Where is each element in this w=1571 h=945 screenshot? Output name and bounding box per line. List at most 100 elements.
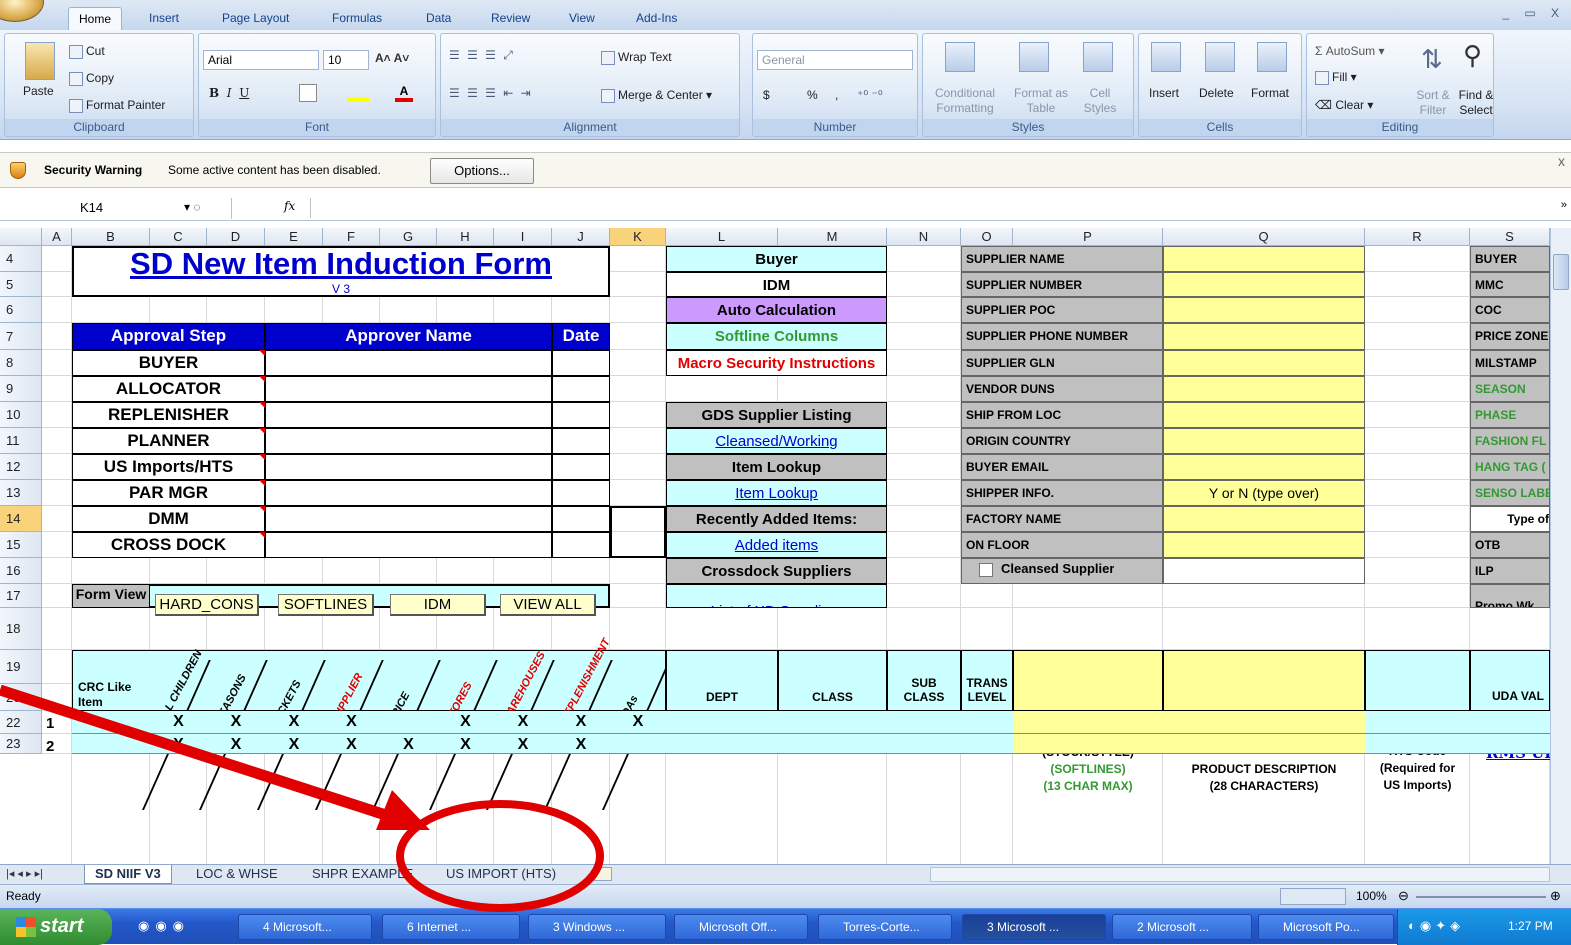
worksheet-grid[interactable]: ABCDEFGHIJKLMNOPQRS 4 5 6 7 8 9 10 11 12 13 14 15 16… bbox=[0, 228, 1560, 864]
task-torres-corte[interactable]: Torres-Corte... bbox=[818, 914, 952, 940]
column-header-j[interactable]: J bbox=[552, 228, 610, 246]
supplier-field-input[interactable] bbox=[1163, 454, 1365, 480]
close-icon[interactable]: x bbox=[1558, 153, 1565, 169]
approval-date-cell[interactable] bbox=[552, 506, 610, 532]
approver-name-cell[interactable] bbox=[265, 428, 552, 454]
hyperlink-list-of-xd-suppliers[interactable]: List of XD Suppliers bbox=[666, 584, 887, 608]
supplier-field-input[interactable] bbox=[1163, 272, 1365, 297]
zoom-in-icon[interactable]: ⊕ bbox=[1550, 888, 1561, 904]
copy-button[interactable]: Copy bbox=[69, 71, 114, 86]
x-mark[interactable]: X bbox=[494, 736, 552, 754]
tab-view[interactable]: View bbox=[559, 7, 605, 30]
delete-cells-icon[interactable] bbox=[1205, 42, 1235, 72]
borders-icon[interactable] bbox=[299, 84, 317, 102]
row-header-10[interactable]: 10 bbox=[0, 402, 42, 428]
approval-date-cell[interactable] bbox=[552, 480, 610, 506]
approval-date-cell[interactable] bbox=[552, 454, 610, 480]
approver-name-cell[interactable] bbox=[265, 480, 552, 506]
approval-date-cell[interactable] bbox=[552, 532, 610, 558]
tab-page-layout[interactable]: Page Layout bbox=[212, 7, 299, 30]
autosum-button[interactable]: Σ AutoSum ▾ bbox=[1315, 44, 1384, 58]
task-microsoft-excel[interactable]: 3 Microsoft ... bbox=[962, 914, 1106, 940]
column-header-n[interactable]: N bbox=[887, 228, 961, 246]
task-windows[interactable]: 3 Windows ... bbox=[528, 914, 666, 940]
row-header-17[interactable]: 17 bbox=[0, 584, 42, 608]
clear-button[interactable]: ⌫ Clear ▾ bbox=[1315, 98, 1373, 112]
binoculars-icon[interactable]: ⚲ bbox=[1463, 40, 1482, 71]
x-mark[interactable]: X bbox=[207, 713, 265, 731]
sheet-tab-loc-whse[interactable]: LOC & WHSE bbox=[186, 865, 288, 884]
tab-data[interactable]: Data bbox=[416, 7, 461, 30]
view-button-hard-cons[interactable]: HARD_CONS bbox=[155, 594, 259, 616]
row-header-6[interactable]: 6 bbox=[0, 297, 42, 323]
approver-name-cell[interactable] bbox=[265, 402, 552, 428]
bold-italic-underline[interactable]: B I U bbox=[209, 86, 249, 100]
format-button[interactable]: Format bbox=[1251, 86, 1289, 100]
approver-name-cell[interactable] bbox=[265, 454, 552, 480]
supplier-field-input[interactable] bbox=[1163, 402, 1365, 428]
sort-icon[interactable]: ⇅ bbox=[1421, 44, 1443, 75]
expand-formula-icon[interactable]: » bbox=[1561, 199, 1567, 211]
x-mark[interactable]: X bbox=[323, 736, 380, 754]
approval-date-cell[interactable] bbox=[552, 402, 610, 428]
row-header-15[interactable]: 15 bbox=[0, 532, 42, 558]
row-header-23[interactable]: 23 bbox=[0, 734, 42, 754]
task-internet[interactable]: 6 Internet ... bbox=[382, 914, 520, 940]
sheet-tab-us-import[interactable]: US IMPORT (HTS) bbox=[436, 865, 566, 884]
column-header-g[interactable]: G bbox=[380, 228, 437, 246]
view-button-idm[interactable]: IDM bbox=[390, 594, 486, 616]
supplier-field-input[interactable] bbox=[1163, 246, 1365, 272]
column-header-i[interactable]: I bbox=[494, 228, 552, 246]
view-button-softlines[interactable]: SOFTLINES bbox=[278, 594, 374, 616]
currency-button[interactable]: $ bbox=[763, 88, 770, 102]
conditional-formatting-button[interactable]: Conditional Formatting bbox=[929, 86, 1001, 116]
approver-name-cell[interactable] bbox=[265, 532, 552, 558]
format-cells-icon[interactable] bbox=[1257, 42, 1287, 72]
options-button[interactable]: Options... bbox=[430, 158, 534, 184]
x-mark[interactable]: X bbox=[437, 713, 494, 731]
column-header-p[interactable]: P bbox=[1013, 228, 1163, 246]
supplier-field-input[interactable] bbox=[1163, 297, 1365, 323]
zoom-out-icon[interactable]: ⊖ bbox=[1398, 888, 1409, 904]
row-header-14[interactable]: 14 bbox=[0, 506, 42, 532]
tab-scroll-arrows[interactable]: |◂ ◂ ▸ ▸| bbox=[6, 867, 43, 880]
merge-center-button[interactable]: Merge & Center ▾ bbox=[601, 88, 712, 103]
task-microsoft-office[interactable]: Microsoft Off... bbox=[674, 914, 808, 940]
row-header-12[interactable]: 12 bbox=[0, 454, 42, 480]
tab-add-ins[interactable]: Add-Ins bbox=[626, 7, 687, 30]
grow-font-icon[interactable]: A˄ A˅ bbox=[375, 51, 409, 65]
number-format-select[interactable]: General bbox=[757, 50, 913, 70]
row-header-8[interactable]: 8 bbox=[0, 350, 42, 376]
supplier-field-input[interactable] bbox=[1163, 350, 1365, 376]
column-header-r[interactable]: R bbox=[1365, 228, 1470, 246]
column-header-s[interactable]: S bbox=[1470, 228, 1550, 246]
format-as-table-button[interactable]: Format as Table bbox=[1009, 86, 1073, 116]
x-mark[interactable]: X bbox=[265, 713, 323, 731]
column-header-f[interactable]: F bbox=[323, 228, 380, 246]
row-header-22[interactable]: 22 bbox=[0, 711, 42, 734]
sheet-tab-shpr-example[interactable]: SHPR EXAMPLE bbox=[302, 865, 423, 884]
task-microsoft-1[interactable]: 4 Microsoft... bbox=[238, 914, 372, 940]
insert-cells-icon[interactable] bbox=[1151, 42, 1181, 72]
x-mark[interactable]: X bbox=[323, 713, 380, 731]
row-header-20[interactable]: 20 bbox=[0, 684, 42, 711]
supplier-field-input[interactable] bbox=[1163, 323, 1365, 350]
column-header-l[interactable]: L bbox=[666, 228, 778, 246]
find-select-button[interactable]: Find & Select bbox=[1457, 88, 1495, 118]
x-mark[interactable]: X bbox=[552, 713, 610, 731]
row-header-16[interactable]: 16 bbox=[0, 558, 42, 584]
vertical-align-icons[interactable]: ☰ ☰ ☰ ⤢ bbox=[449, 48, 515, 63]
x-mark[interactable]: X bbox=[265, 736, 323, 754]
percent-button[interactable]: % bbox=[807, 88, 818, 102]
row-header-18[interactable]: 18 bbox=[0, 608, 42, 650]
scroll-thumb[interactable] bbox=[1553, 254, 1569, 290]
delete-button[interactable]: Delete bbox=[1199, 86, 1234, 100]
tab-home[interactable]: Home bbox=[68, 7, 123, 30]
paste-icon[interactable] bbox=[25, 42, 55, 80]
formula-input[interactable] bbox=[310, 198, 1550, 218]
insert-sheet-icon[interactable] bbox=[594, 867, 612, 881]
x-mark[interactable]: X bbox=[494, 713, 552, 731]
format-painter-button[interactable]: Format Painter bbox=[69, 98, 165, 113]
font-size-select[interactable]: 10 bbox=[323, 50, 369, 70]
column-header-d[interactable]: D bbox=[207, 228, 265, 246]
